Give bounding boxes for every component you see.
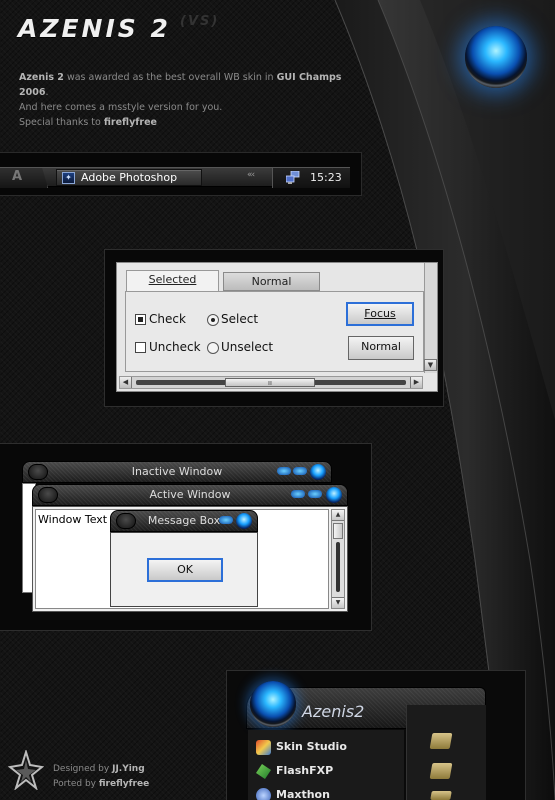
intro-thanks-name: fireflyfree [103, 117, 157, 128]
message-box-titlebar[interactable]: Message Box [110, 510, 258, 532]
scroll-up-arrow-icon[interactable]: ▲ [332, 510, 344, 521]
intro-line1-end: . [45, 87, 49, 98]
intro-line2: And here comes a msstyle version for you… [19, 102, 223, 113]
maximize-icon[interactable] [308, 490, 322, 498]
launcher-list: Skin Studio FlashFXP Maxthon [248, 730, 404, 800]
focus-button[interactable]: Focus [346, 302, 414, 326]
blue-orb-logo [465, 26, 527, 88]
tab-content: Check Uncheck Select Unselect Focus Norm… [125, 291, 424, 372]
message-box-body: OK [110, 532, 258, 607]
inactive-window-titlebar[interactable]: Inactive Window [22, 461, 332, 483]
scroll-thumb[interactable] [333, 523, 343, 539]
launcher-item-label: FlashFXP [276, 764, 334, 777]
network-icon[interactable] [286, 171, 300, 184]
close-icon[interactable] [310, 464, 326, 480]
radio-selected-dot [207, 314, 219, 326]
intro-line3-lead: Special thanks to [19, 117, 104, 128]
taskbar-preview: A ✦ Adobe Photoshop «‹ 15:23 [0, 152, 362, 196]
folder-icon[interactable] [429, 733, 453, 749]
ok-button[interactable]: OK [147, 558, 223, 582]
porter-name: fireflyfree [98, 779, 150, 789]
tray-expand-chevron-icon[interactable]: «‹ [247, 170, 255, 180]
radio-unselected-dot [207, 342, 219, 354]
designer-name: JJ.Ying [112, 764, 145, 774]
taskbar-button-label: Adobe Photoshop [81, 171, 178, 184]
minimize-icon[interactable] [277, 467, 291, 475]
launcher-title: Azenis2 [302, 702, 365, 721]
scroll-down-arrow-icon[interactable]: ▼ [424, 359, 437, 371]
taskbar-button-photoshop[interactable]: ✦ Adobe Photoshop [56, 169, 202, 186]
normal-button[interactable]: Normal [348, 336, 414, 360]
maximize-icon[interactable] [293, 467, 307, 475]
scroll-thumb[interactable]: ıı [225, 378, 315, 387]
photoshop-icon: ✦ [62, 172, 75, 184]
launcher-item-label: Skin Studio [276, 740, 347, 753]
skin-studio-icon [256, 740, 271, 755]
designer-star-logo-icon [8, 750, 44, 790]
active-window-titlebar[interactable]: Active Window [32, 484, 348, 506]
ported-by-lead: Ported by [53, 779, 99, 789]
folder-icon[interactable] [429, 763, 453, 779]
widget-preview-window: Selected Normal Check Uncheck Select Uns… [116, 262, 438, 392]
credits: Designed by JJ.Ying Ported by fireflyfre… [53, 762, 149, 792]
checkbox-unchecked-box [135, 342, 146, 353]
window-text: Window Text [38, 513, 108, 526]
launcher-item-maxthon[interactable]: Maxthon [256, 786, 406, 800]
close-icon[interactable] [236, 513, 252, 529]
skin-edition-tag: (VS) [180, 14, 220, 29]
launcher-orb-button[interactable] [250, 681, 296, 727]
launcher-item-flashfxp[interactable]: FlashFXP [256, 762, 406, 782]
radio-selected-label: Select [221, 312, 259, 326]
minimize-icon[interactable] [219, 516, 233, 524]
minimize-icon[interactable] [291, 490, 305, 498]
intro-text: Azenis 2 was awarded as the best overall… [19, 70, 359, 130]
intro-app-name: Azenis 2 [19, 72, 64, 83]
tab-normal[interactable]: Normal [223, 272, 320, 291]
normal-button-label: Normal [361, 340, 401, 353]
checkbox-unchecked-label: Uncheck [149, 340, 201, 354]
tray-clock[interactable]: 15:23 [310, 171, 342, 184]
flashfxp-icon [256, 764, 271, 779]
checkbox-checked-label: Check [149, 312, 186, 326]
scroll-left-arrow-icon[interactable]: ◀ [120, 377, 132, 388]
radio-unselected-label: Unselect [221, 340, 274, 354]
skin-title: AZENIS 2 [18, 14, 171, 43]
scroll-down-arrow-icon[interactable]: ▼ [332, 597, 344, 608]
intro-line1-mid: was awarded as the best overall WB skin … [63, 72, 277, 83]
launcher-item-label: Maxthon [276, 788, 330, 800]
launcher-item-skin-studio[interactable]: Skin Studio [256, 738, 406, 758]
checkbox-checked-box [135, 314, 146, 325]
vertical-scrollbar[interactable] [424, 263, 437, 373]
folder-icon[interactable] [430, 791, 452, 800]
close-icon[interactable] [326, 487, 342, 503]
focus-button-label: Focus [364, 307, 396, 320]
scroll-right-arrow-icon[interactable]: ▶ [410, 377, 422, 388]
horizontal-scrollbar[interactable]: ◀ ıı ▶ [119, 376, 423, 389]
tab-selected[interactable]: Selected [126, 270, 219, 291]
taskbar: A ✦ Adobe Photoshop «‹ 15:23 [0, 167, 350, 188]
scroll-track [336, 542, 340, 592]
system-tray: 15:23 [272, 168, 350, 188]
tab-normal-label: Normal [251, 275, 292, 288]
launcher-side-panel [406, 705, 486, 800]
vertical-scrollbar[interactable]: ▲ ▼ [331, 509, 345, 609]
start-glyph: A [12, 169, 23, 184]
maxthon-icon [256, 788, 271, 800]
designed-by-lead: Designed by [53, 764, 113, 774]
tab-selected-label: Selected [148, 273, 197, 286]
start-button[interactable]: A [0, 168, 48, 188]
